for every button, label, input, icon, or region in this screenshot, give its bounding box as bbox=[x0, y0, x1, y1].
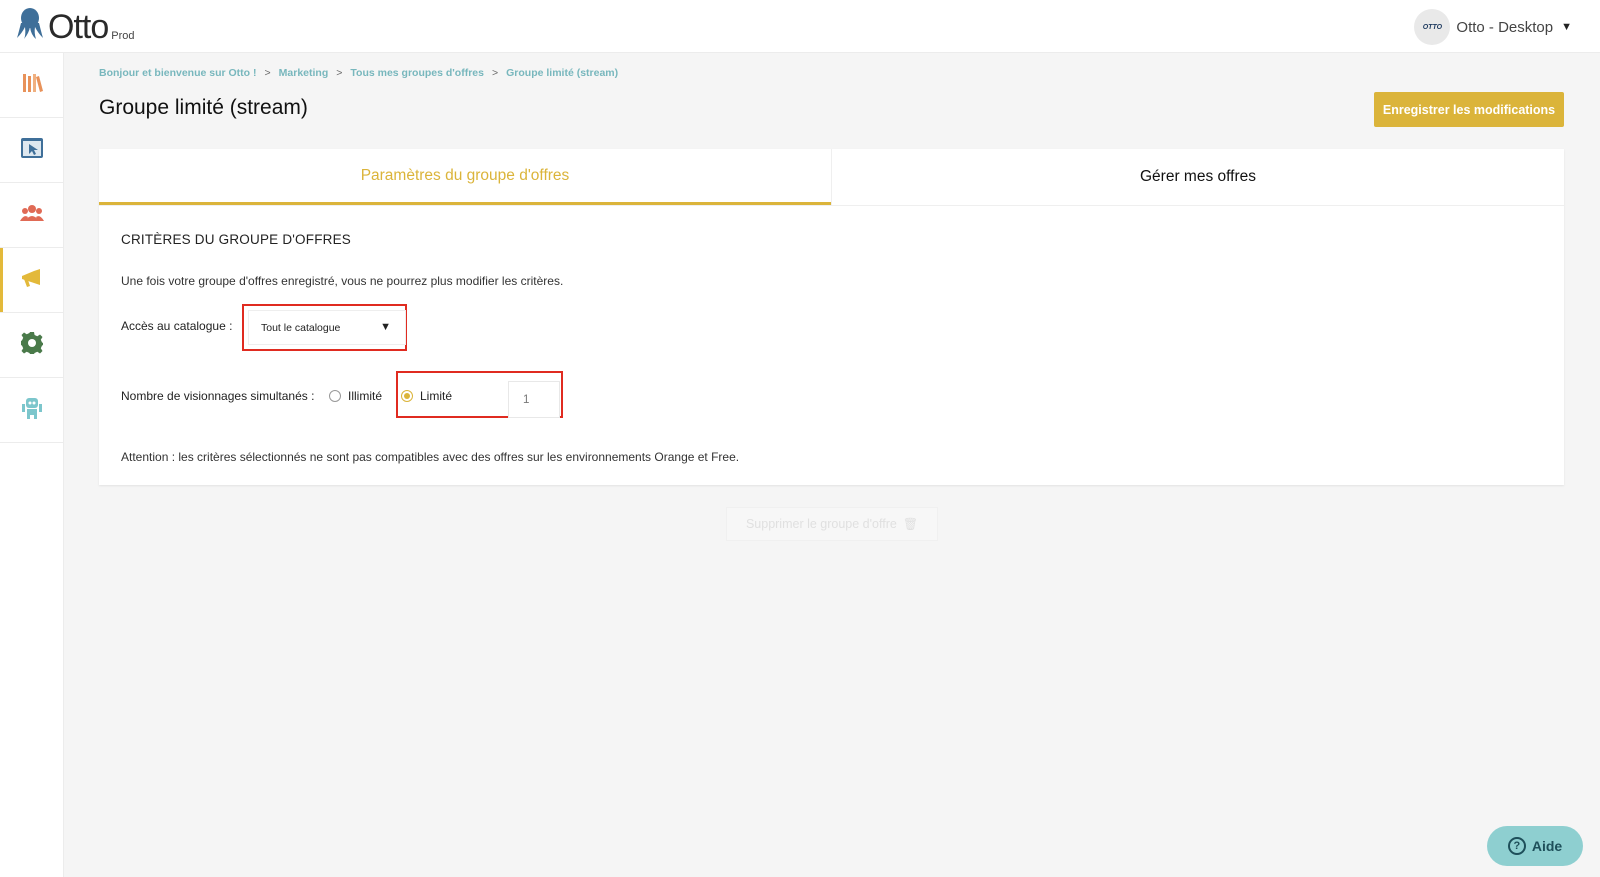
radio-unlimited-label: Illimité bbox=[348, 389, 383, 403]
offer-group-card: Paramètres du groupe d'offres Gérer mes … bbox=[99, 149, 1564, 485]
criteria-section-title: CRITÈRES DU GROUPE D'OFFRES bbox=[121, 232, 351, 247]
limit-count-input[interactable] bbox=[508, 381, 560, 418]
library-icon bbox=[21, 72, 43, 99]
breadcrumb-separator: > bbox=[491, 67, 499, 79]
sidebar-item-users[interactable] bbox=[0, 183, 64, 248]
compatibility-warning: Attention : les critères sélectionnés ne… bbox=[121, 450, 740, 464]
help-label: Aide bbox=[1531, 838, 1563, 854]
radio-unlimited[interactable]: Illimité bbox=[329, 389, 382, 403]
sidebar-item-marketing[interactable] bbox=[0, 248, 64, 313]
logo[interactable]: Otto Prod bbox=[16, 8, 135, 44]
breadcrumb-home[interactable]: Bonjour et bienvenue sur Otto ! bbox=[99, 67, 257, 79]
question-icon: ? bbox=[1507, 837, 1526, 855]
breadcrumb-marketing[interactable]: Marketing bbox=[279, 67, 329, 79]
environment-label: Prod bbox=[111, 30, 135, 42]
sidebar-item-content[interactable] bbox=[0, 118, 64, 183]
catalog-access-label: Accès au catalogue : bbox=[121, 319, 233, 333]
content-cursor-icon bbox=[20, 137, 44, 164]
caret-down-icon: ▼ bbox=[1561, 21, 1572, 33]
sidebar bbox=[0, 53, 64, 877]
radio-unlimited-dot[interactable] bbox=[329, 390, 341, 402]
sidebar-item-settings[interactable] bbox=[0, 313, 64, 378]
delete-button-label: Supprimer le groupe d'offre bbox=[745, 517, 897, 531]
breadcrumb: Bonjour et bienvenue sur Otto ! > Market… bbox=[99, 67, 618, 79]
save-changes-button[interactable]: Enregistrer les modifications bbox=[1374, 92, 1564, 127]
sidebar-item-tools[interactable] bbox=[0, 378, 64, 443]
breadcrumb-separator: > bbox=[336, 67, 343, 79]
top-bar: Otto Prod OTTO Otto - Desktop ▼ bbox=[0, 0, 1600, 53]
breadcrumb-separator: > bbox=[264, 67, 271, 79]
radio-limited-dot[interactable] bbox=[401, 390, 413, 402]
tab-offer-group-settings[interactable]: Paramètres du groupe d'offres bbox=[99, 149, 831, 205]
catalog-access-select[interactable]: Tout le catalogue ▼ bbox=[248, 310, 406, 345]
radio-limited[interactable]: Limité bbox=[401, 389, 452, 403]
robot-icon bbox=[21, 396, 43, 425]
tab-bar: Paramètres du groupe d'offres Gérer mes … bbox=[99, 149, 1564, 206]
breadcrumb-current[interactable]: Groupe limité (stream) bbox=[506, 67, 618, 79]
trash-icon: 🗑 bbox=[902, 517, 919, 531]
account-name: Otto - Desktop bbox=[1456, 18, 1554, 36]
page-title: Groupe limité (stream) bbox=[99, 96, 308, 119]
users-icon bbox=[20, 204, 44, 227]
octopus-icon bbox=[16, 7, 44, 44]
catalog-access-value: Tout le catalogue bbox=[261, 321, 341, 334]
help-button[interactable]: ? Aide bbox=[1487, 826, 1583, 866]
account-menu[interactable]: OTTO Otto - Desktop ▼ bbox=[1414, 9, 1572, 45]
megaphone-icon bbox=[20, 268, 44, 293]
caret-down-icon: ▼ bbox=[380, 321, 391, 333]
simultaneous-views-label: Nombre de visionnages simultanés : bbox=[121, 389, 315, 403]
criteria-notice: Une fois votre groupe d'offres enregistr… bbox=[121, 274, 564, 288]
breadcrumb-offer-groups[interactable]: Tous mes groupes d'offres bbox=[350, 67, 484, 79]
tab-manage-offers[interactable]: Gérer mes offres bbox=[831, 149, 1564, 205]
delete-offer-group-button[interactable]: Supprimer le groupe d'offre 🗑 bbox=[726, 507, 938, 541]
avatar: OTTO bbox=[1414, 9, 1451, 45]
logo-text: Otto bbox=[48, 8, 109, 46]
avatar-text: OTTO bbox=[1422, 23, 1443, 31]
sidebar-item-catalog[interactable] bbox=[0, 53, 64, 118]
gear-icon bbox=[20, 331, 44, 360]
radio-limited-label: Limité bbox=[420, 389, 453, 403]
